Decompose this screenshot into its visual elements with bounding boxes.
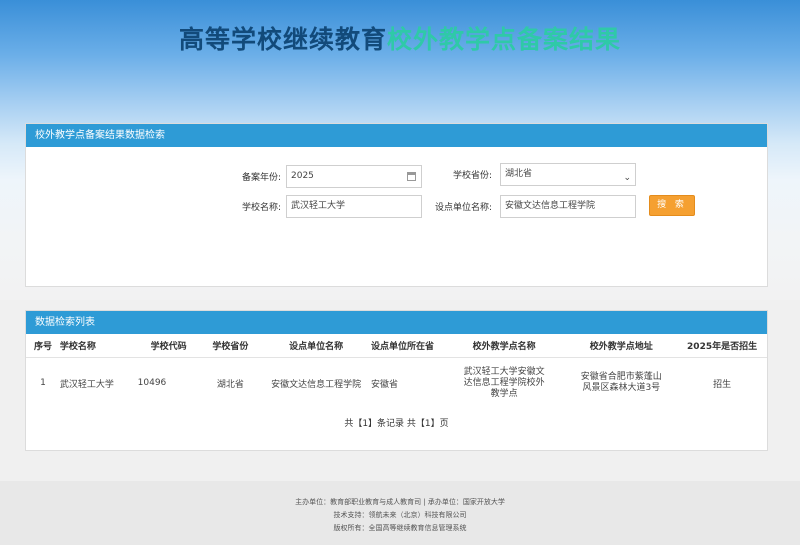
col-header: 序号 [26,334,60,358]
cell-enroll: 招生 [713,379,732,390]
col-header: 学校名称 [59,334,138,358]
cell-code: 10496 [137,378,167,389]
unit-input[interactable]: 安徽文达信息工程学院 [500,195,636,218]
province-select[interactable]: 湖北省 ⌄ [500,163,636,186]
footer: 主办单位：教育部职业教育与成人教育司 | 承办单位：国家开放大学 技术支持：领航… [0,481,800,545]
results-panel-header: 数据检索列表 [26,311,767,334]
col-header: 学校省份 [199,334,262,358]
footer-line-copyright: 版权所有：全国高等继续教育信息管理系统 [333,524,467,532]
school-row: 学校名称: 武汉轻工大学 [226,195,422,218]
results-panel: 数据检索列表 序号 学校名称 学校代码 学校省份 设点单位名称 设点单位所在省 … [25,310,768,451]
school-label: 学校名称: [241,203,281,213]
page-title-part1: 高等学校继续教育 [178,25,387,54]
cell-province: 湖北省 [216,379,244,390]
footer-line-support: 技术支持：领航未来（北京）科技有限公司 [333,511,467,519]
table-row: 1 武汉轻工大学 10496 湖北省 安徽文达信息工程学院 安徽省 武汉轻工大学… [26,357,767,409]
search-button[interactable]: 搜 索 [649,195,695,216]
search-panel-header: 校外教学点备案结果数据检索 [26,124,767,147]
col-header: 2025年是否招生 [677,334,767,358]
province-label: 学校省份: [452,171,492,181]
chevron-down-icon: ⌄ [623,173,631,183]
school-value: 武汉轻工大学 [291,201,346,211]
col-header: 设点单位名称 [261,334,371,358]
unit-value: 安徽文达信息工程学院 [505,201,596,211]
unit-label: 设点单位名称: [434,203,492,213]
col-header: 校外教学点名称 [442,334,566,358]
page-title-part2: 校外教学点备案结果 [387,25,622,54]
year-value: 2025 [291,171,314,181]
col-header: 校外教学点地址 [565,334,678,358]
cell-index: 1 [40,378,46,389]
province-value: 湖北省 [505,169,533,179]
year-field[interactable]: 2025 [286,165,422,188]
year-label: 备案年份: [241,173,281,183]
pagination: 共【1】条记录 共【1】页 [344,419,449,429]
footer-line-organizer: 主办单位：教育部职业教育与成人教育司 | 承办单位：国家开放大学 [295,498,505,506]
cell-site-name: 武汉轻工大学安徽文达信息工程学院校外教学点 [463,366,545,399]
cell-school: 武汉轻工大学 [59,379,114,390]
results-table: 序号 学校名称 学校代码 学校省份 设点单位名称 设点单位所在省 校外教学点名称… [26,334,767,409]
cell-unit: 安徽文达信息工程学院 [271,379,362,390]
page-title: 高等学校继续教育校外教学点备案结果 [0,20,800,56]
calendar-icon[interactable] [407,172,416,181]
cell-site-address: 安徽省合肥市紫蓬山风景区森林大道3号 [580,372,662,394]
table-header-row: 序号 学校名称 学校代码 学校省份 设点单位名称 设点单位所在省 校外教学点名称… [26,334,767,358]
col-header: 学校代码 [137,334,200,358]
cell-unit-province: 安徽省 [370,379,398,390]
search-panel: 校外教学点备案结果数据检索 备案年份: 2025 学校省份: 湖北省 ⌄ 学校名… [25,123,768,287]
unit-row: 设点单位名称: 安徽文达信息工程学院 [426,195,636,218]
province-row: 学校省份: 湖北省 ⌄ [432,163,636,186]
year-row: 备案年份: 2025 [226,165,422,188]
school-input[interactable]: 武汉轻工大学 [286,195,422,218]
col-header: 设点单位所在省 [370,334,443,358]
